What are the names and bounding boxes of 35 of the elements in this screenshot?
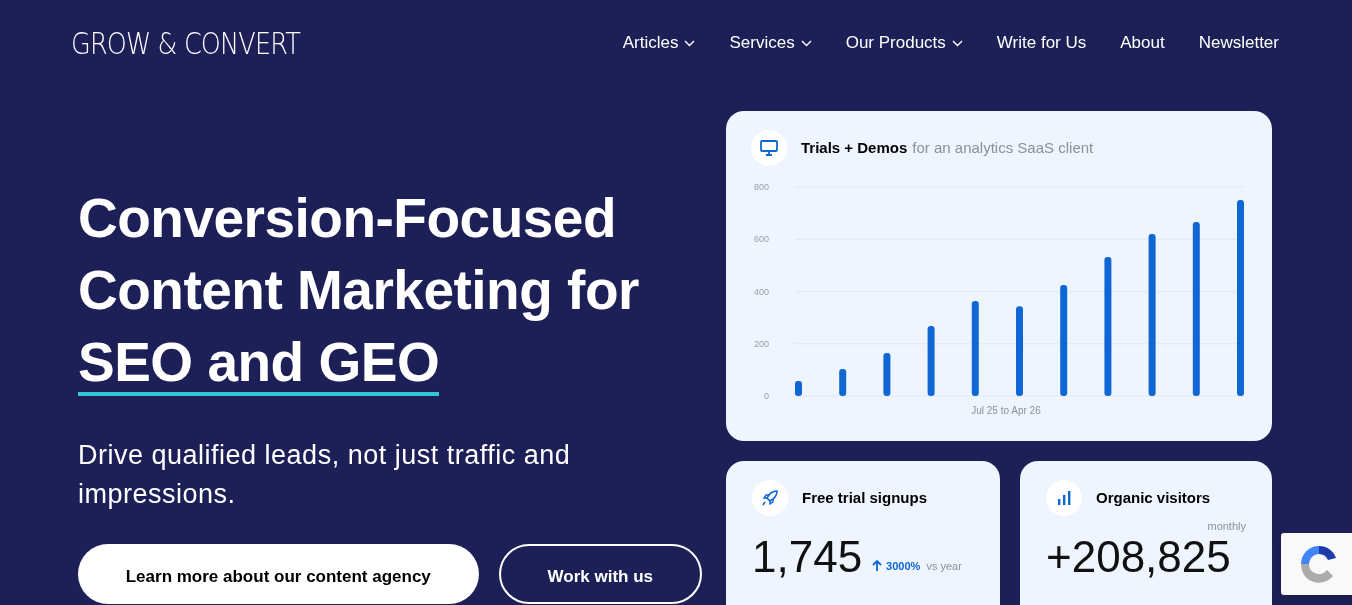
monitor-icon <box>751 130 787 166</box>
nav-link[interactable]: About <box>1120 30 1165 56</box>
logo[interactable]: GROW & CONVERT <box>71 20 300 66</box>
recaptcha-badge[interactable] <box>1281 533 1352 595</box>
stat-title: Free trial signups <box>802 487 928 508</box>
stat-title: Organic visitors <box>1096 487 1211 508</box>
y-axis-label: 800 <box>753 182 769 192</box>
bar <box>883 352 891 396</box>
headline: Conversion-Focused Content Marketing for SEO and GEO <box>78 182 702 398</box>
nav-link[interactable]: Articles <box>622 30 696 56</box>
bar <box>839 369 847 396</box>
nav-link[interactable]: Services <box>729 30 812 56</box>
y-axis-label: 400 <box>753 286 769 297</box>
bar-chart-icon <box>1046 480 1082 516</box>
y-axis-label: 600 <box>753 234 769 245</box>
x-axis-label: Jul 25 to Apr 26 <box>971 405 1041 416</box>
chart-title: Trials + Demos <box>801 138 908 156</box>
change-note: vs year <box>926 558 962 574</box>
learn-more-button[interactable]: Learn more about our content agency <box>78 544 479 604</box>
change-percent: 3000% <box>886 558 921 574</box>
chart-subtitle: for an analytics SaaS client <box>912 138 1094 156</box>
stat-value: 1,745 <box>752 532 863 582</box>
nav-link[interactable]: Write for Us <box>996 30 1087 56</box>
arrow-up-icon <box>872 559 883 572</box>
bar <box>795 381 802 396</box>
nav-link[interactable]: Newsletter <box>1198 30 1279 56</box>
nav-link[interactable]: Our Products <box>845 30 963 56</box>
stat-value: +208,825 <box>1046 532 1231 582</box>
bar <box>927 326 935 396</box>
y-axis-label: 0 <box>764 391 769 401</box>
subheadline: Drive qualified leads, not just traffic and impressions. <box>78 439 572 511</box>
rocket-icon <box>752 480 788 516</box>
y-axis-label: 200 <box>753 338 769 349</box>
work-with-us-button[interactable]: Work with us <box>498 544 702 604</box>
period-label: monthly <box>1207 520 1246 532</box>
